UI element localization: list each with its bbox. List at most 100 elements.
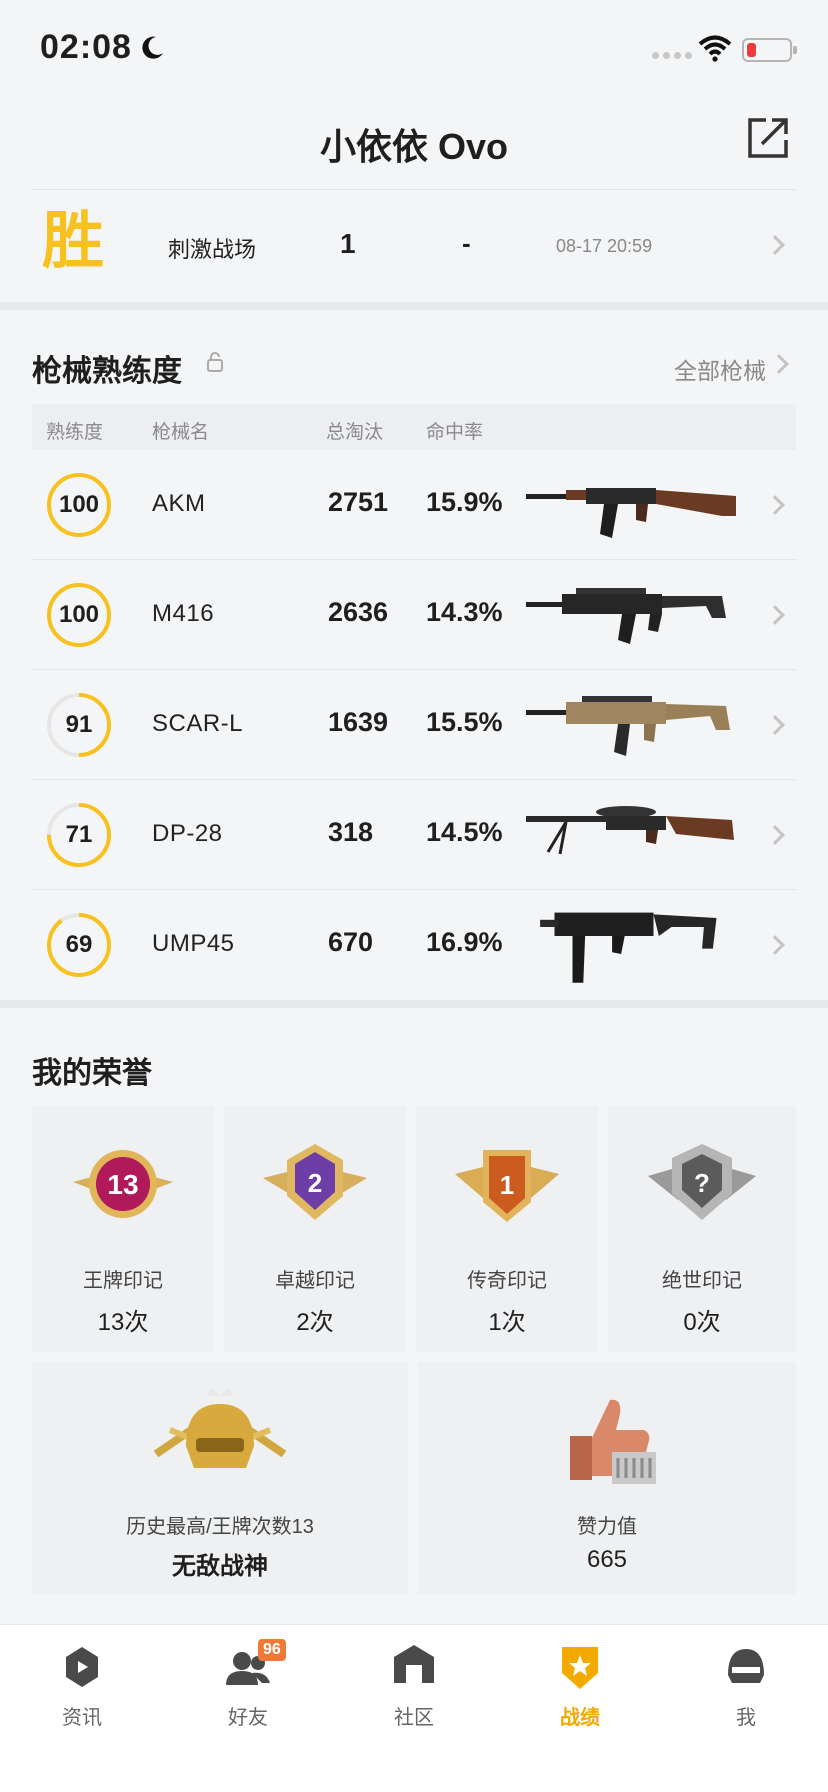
honor-value: 无敌战神 (172, 1553, 268, 1580)
chevron-right-icon[interactable] (769, 354, 789, 374)
weapon-kills: 670 (328, 927, 374, 957)
divider (0, 302, 828, 310)
honor-card-legend[interactable]: 1 传奇印记 1次 (416, 1106, 598, 1352)
peerless-emblem-mark: ? (694, 1168, 710, 1198)
honor-label: 绝世印记 (662, 1270, 742, 1292)
recent-match-row[interactable]: 胜 刺激战场 1 - 08-17 20:59 (32, 190, 796, 302)
column-weapon-name: 枪械名 (152, 422, 210, 443)
proficiency-value: 69 (65, 931, 93, 958)
excellence-mark-emblem: 2 (263, 1144, 367, 1220)
honors-section-title: 我的荣誉 (32, 1057, 152, 1090)
proficiency-value: 91 (65, 711, 93, 738)
weapon-kills: 318 (328, 817, 374, 847)
legend-emblem-number: 1 (500, 1170, 514, 1200)
wifi-icon (698, 35, 732, 62)
battery-icon (742, 38, 797, 62)
excellence-emblem-number: 2 (308, 1168, 322, 1198)
status-bar: 02:08 (0, 0, 828, 100)
honor-card-ace[interactable]: 13 王牌印记 13次 (32, 1106, 214, 1352)
tab-label: 资讯 (62, 1707, 102, 1729)
weapon-name: AKM (152, 490, 206, 517)
honor-label: 历史最高/王牌次数13 (126, 1516, 314, 1538)
column-accuracy: 命中率 (426, 422, 484, 443)
honor-label: 传奇印记 (467, 1270, 547, 1292)
tab-label: 社区 (394, 1707, 434, 1729)
win-badge: 胜 (42, 204, 105, 277)
weapon-name: DP-28 (152, 820, 223, 847)
friends-badge: 96 (258, 1639, 286, 1661)
honor-value: 0次 (683, 1309, 721, 1336)
tab-label: 我 (736, 1707, 756, 1729)
moon-icon (142, 36, 163, 59)
column-proficiency: 熟练度 (46, 422, 104, 443)
weapon-accuracy: 15.9% (426, 487, 503, 517)
weapon-row[interactable]: 71 DP-28 318 14.5% (32, 780, 796, 890)
legend-mark-emblem: 1 (455, 1150, 559, 1222)
stats-shield-icon (562, 1647, 598, 1689)
chevron-right-icon (765, 825, 785, 845)
honor-label: 卓越印记 (275, 1270, 355, 1292)
scar-l-rifle-image (526, 696, 730, 756)
weapon-row[interactable]: 100 M416 2636 14.3% (32, 560, 796, 670)
chevron-right-icon (765, 605, 785, 625)
match-mode: 刺激战场 (168, 237, 257, 262)
ace-emblem-number: 13 (107, 1169, 138, 1200)
all-weapons-link[interactable]: 全部枪械 (674, 352, 766, 386)
tab-bar: 资讯 96 好友 社区 战绩 我 (0, 1624, 828, 1792)
honor-card-excellence[interactable]: 2 卓越印记 2次 (224, 1106, 406, 1352)
honor-label: 王牌印记 (83, 1270, 163, 1292)
status-time: 02:08 (40, 28, 132, 66)
weapon-name: M416 (152, 600, 215, 627)
chevron-right-icon (765, 495, 785, 515)
tab-friends[interactable]: 96 好友 (188, 1639, 308, 1741)
match-kills: - (462, 228, 471, 258)
weapons-table-header: 熟练度 枪械名 总淘汰 命中率 (32, 404, 796, 450)
weapon-accuracy: 14.5% (426, 817, 503, 847)
signal-icon (652, 52, 692, 59)
chevron-right-icon (765, 935, 785, 955)
chevron-right-icon (765, 235, 785, 255)
weapon-row[interactable]: 100 AKM 2751 15.9% (32, 450, 796, 560)
helmet-icon (728, 1649, 764, 1683)
ace-helmet-emblem (153, 1388, 287, 1468)
tab-label: 战绩 (560, 1707, 600, 1729)
honor-card-likes[interactable]: 赞力值 665 (418, 1362, 796, 1594)
tab-me[interactable]: 我 (686, 1641, 806, 1741)
tab-stats[interactable]: 战绩 (520, 1641, 640, 1741)
weapon-row[interactable]: 69 UMP45 670 16.9% (32, 890, 796, 1000)
tab-community[interactable]: 社区 (354, 1641, 474, 1741)
dp-28-gun-image (526, 806, 734, 855)
match-rank: 1 (340, 228, 356, 259)
honor-value: 2次 (296, 1309, 334, 1336)
weapon-accuracy: 14.3% (426, 597, 503, 627)
ump45-smg-image (540, 912, 717, 983)
weapon-accuracy: 16.9% (426, 927, 503, 957)
weapon-accuracy: 15.5% (426, 707, 503, 737)
honor-card-peerless[interactable]: ? 绝世印记 0次 (608, 1106, 796, 1352)
proficiency-value: 100 (58, 601, 100, 628)
weapon-row[interactable]: 91 SCAR-L 1639 15.5% (32, 670, 796, 780)
share-icon[interactable] (746, 116, 790, 160)
lock-icon (207, 352, 223, 372)
weapon-name: UMP45 (152, 930, 235, 957)
community-icon (394, 1645, 434, 1683)
honor-value: 665 (586, 1546, 628, 1573)
page-title: 小依依 Ovo (319, 126, 509, 167)
header: 小依依 Ovo (32, 100, 796, 190)
proficiency-value: 71 (65, 821, 93, 848)
weapon-kills: 1639 (328, 707, 389, 737)
weapon-name: SCAR-L (152, 710, 244, 737)
tab-news[interactable]: 资讯 (22, 1641, 142, 1741)
honor-card-best-tier[interactable]: 历史最高/王牌次数13 无敌战神 (32, 1362, 408, 1594)
m416-rifle-image (526, 588, 726, 644)
proficiency-value: 100 (58, 491, 100, 518)
thumbs-up-icon (570, 1399, 656, 1484)
tab-label: 好友 (228, 1707, 268, 1729)
peerless-mark-emblem: ? (648, 1144, 756, 1220)
weapon-kills: 2751 (328, 487, 389, 517)
honor-value: 13次 (97, 1309, 149, 1336)
news-icon (66, 1647, 98, 1687)
divider (0, 1000, 828, 1008)
weapon-kills: 2636 (328, 597, 389, 627)
akm-rifle-image (526, 488, 736, 538)
